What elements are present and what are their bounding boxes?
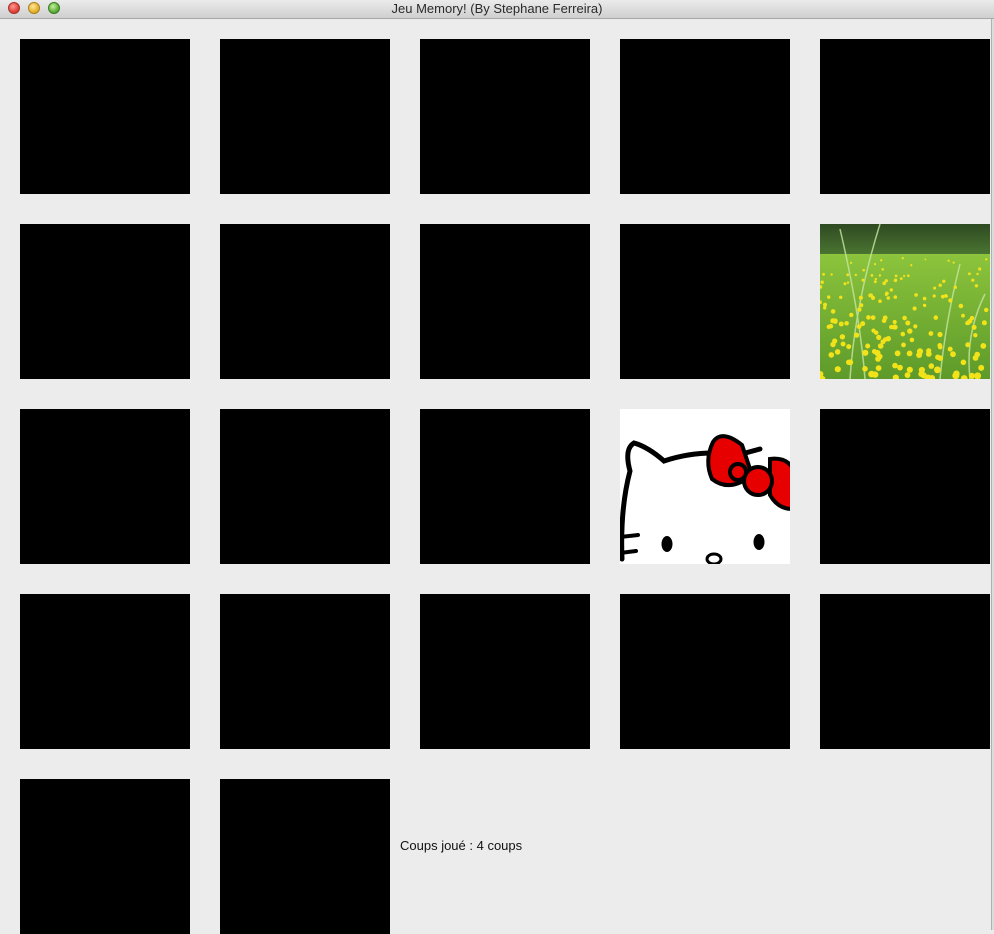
memory-card-face-up-hello-kitty[interactable] bbox=[620, 409, 790, 564]
memory-card-face-down[interactable] bbox=[420, 594, 590, 749]
memory-card-face-down[interactable] bbox=[20, 224, 190, 379]
memory-card-face-down[interactable] bbox=[620, 39, 790, 194]
memory-card-face-down[interactable] bbox=[220, 779, 390, 934]
memory-card-face-down[interactable] bbox=[420, 409, 590, 564]
memory-card-face-down[interactable] bbox=[20, 779, 190, 934]
memory-card-face-down[interactable] bbox=[420, 224, 590, 379]
memory-card-face-up-flower-meadow[interactable] bbox=[820, 224, 990, 379]
memory-card-face-down[interactable] bbox=[20, 594, 190, 749]
memory-card-face-down[interactable] bbox=[220, 409, 390, 564]
memory-card-face-down[interactable] bbox=[620, 594, 790, 749]
memory-card-face-down[interactable] bbox=[420, 39, 590, 194]
memory-card-face-down[interactable] bbox=[220, 39, 390, 194]
memory-card-face-down[interactable] bbox=[20, 39, 190, 194]
memory-card-face-down[interactable] bbox=[220, 594, 390, 749]
hello-kitty-image bbox=[620, 409, 790, 564]
window-titlebar: Jeu Memory! (By Stephane Ferreira) bbox=[0, 0, 994, 19]
memory-card-face-down[interactable] bbox=[820, 409, 990, 564]
memory-card-face-down[interactable] bbox=[220, 224, 390, 379]
memory-card-face-down[interactable] bbox=[820, 594, 990, 749]
memory-card-face-down[interactable] bbox=[20, 409, 190, 564]
memory-card-face-down[interactable] bbox=[820, 39, 990, 194]
moves-counter: Coups joué : 4 coups bbox=[400, 838, 523, 853]
flower-meadow-image bbox=[820, 224, 990, 379]
memory-card-face-down[interactable] bbox=[620, 224, 790, 379]
window-title: Jeu Memory! (By Stephane Ferreira) bbox=[391, 1, 603, 16]
